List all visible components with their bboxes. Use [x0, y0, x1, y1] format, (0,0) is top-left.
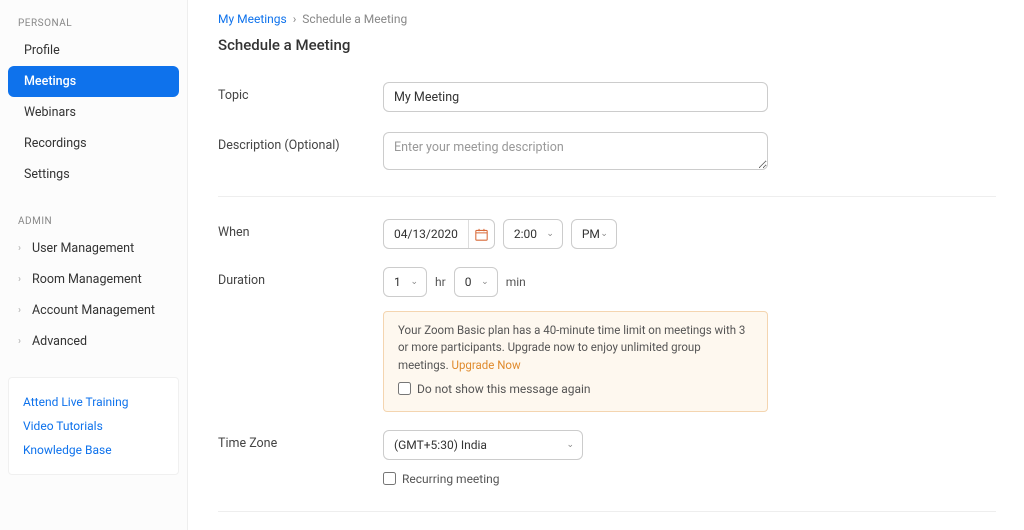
- hr-unit: hr: [435, 275, 446, 289]
- dont-show-row[interactable]: Do not show this message again: [398, 380, 591, 398]
- chevron-down-icon: ⌄: [566, 440, 574, 450]
- upgrade-notice: Your Zoom Basic plan has a 40-minute tim…: [383, 311, 768, 412]
- chevron-down-icon: ⌄: [600, 229, 608, 239]
- sidebar-item-settings[interactable]: Settings: [8, 159, 179, 190]
- sidebar-item-meetings[interactable]: Meetings: [8, 66, 179, 97]
- chevron-right-icon: ›: [18, 274, 26, 285]
- sidebar-item-recordings[interactable]: Recordings: [8, 128, 179, 159]
- chevron-right-icon: ›: [18, 243, 26, 254]
- breadcrumb-current: Schedule a Meeting: [302, 12, 407, 26]
- help-card: Attend Live Training Video Tutorials Kno…: [8, 377, 179, 475]
- sidebar-item-webinars[interactable]: Webinars: [8, 97, 179, 128]
- min-unit: min: [506, 275, 526, 289]
- help-link-kb[interactable]: Knowledge Base: [23, 438, 164, 462]
- topic-label: Topic: [218, 82, 383, 103]
- description-input[interactable]: [383, 132, 768, 170]
- recurring-row[interactable]: Recurring meeting: [383, 472, 500, 486]
- sidebar-item-advanced[interactable]: ›Advanced: [8, 326, 179, 357]
- chevron-right-icon: ›: [18, 336, 26, 347]
- page-title: Schedule a Meeting: [218, 36, 996, 54]
- date-picker[interactable]: 04/13/2020: [383, 219, 495, 249]
- upgrade-link[interactable]: Upgrade Now: [451, 358, 520, 372]
- when-label: When: [218, 219, 383, 240]
- chevron-down-icon: ⌄: [546, 229, 554, 239]
- help-link-training[interactable]: Attend Live Training: [23, 390, 164, 414]
- chevron-down-icon: ⌄: [410, 277, 418, 287]
- breadcrumb-sep: ›: [290, 12, 303, 26]
- description-label: Description (Optional): [218, 132, 383, 153]
- sidebar: PERSONAL Profile Meetings Webinars Recor…: [0, 0, 188, 530]
- timezone-select[interactable]: (GMT+5:30) India ⌄: [383, 430, 583, 460]
- duration-label: Duration: [218, 267, 383, 288]
- dont-show-checkbox[interactable]: [398, 382, 411, 395]
- time-select[interactable]: 2:00 ⌄: [503, 219, 563, 249]
- divider: [218, 511, 996, 512]
- divider: [218, 196, 996, 197]
- ampm-select[interactable]: PM ⌄: [571, 219, 617, 249]
- duration-min-select[interactable]: 0 ⌄: [454, 267, 498, 297]
- sidebar-personal-header: PERSONAL: [8, 12, 179, 35]
- date-value: 04/13/2020: [384, 220, 468, 248]
- topic-input[interactable]: [383, 82, 768, 112]
- sidebar-item-room-management[interactable]: ›Room Management: [8, 264, 179, 295]
- breadcrumb-parent[interactable]: My Meetings: [218, 12, 287, 26]
- main-content: My Meetings › Schedule a Meeting Schedul…: [188, 0, 1024, 530]
- timezone-value: (GMT+5:30) India: [394, 438, 487, 452]
- ampm-value: PM: [582, 227, 600, 241]
- sidebar-item-account-management[interactable]: ›Account Management: [8, 295, 179, 326]
- chevron-down-icon: ⌄: [481, 277, 489, 287]
- time-value: 2:00: [514, 227, 537, 241]
- recurring-label: Recurring meeting: [402, 472, 500, 486]
- timezone-label: Time Zone: [218, 430, 383, 451]
- breadcrumb: My Meetings › Schedule a Meeting: [218, 12, 996, 26]
- sidebar-item-user-management[interactable]: ›User Management: [8, 233, 179, 264]
- sidebar-item-profile[interactable]: Profile: [8, 35, 179, 66]
- dont-show-label: Do not show this message again: [417, 380, 591, 398]
- sidebar-admin-header: ADMIN: [8, 210, 179, 233]
- recurring-checkbox[interactable]: [383, 472, 396, 485]
- duration-hr-select[interactable]: 1 ⌄: [383, 267, 427, 297]
- chevron-right-icon: ›: [18, 305, 26, 316]
- calendar-icon: [468, 220, 494, 248]
- help-link-tutorials[interactable]: Video Tutorials: [23, 414, 164, 438]
